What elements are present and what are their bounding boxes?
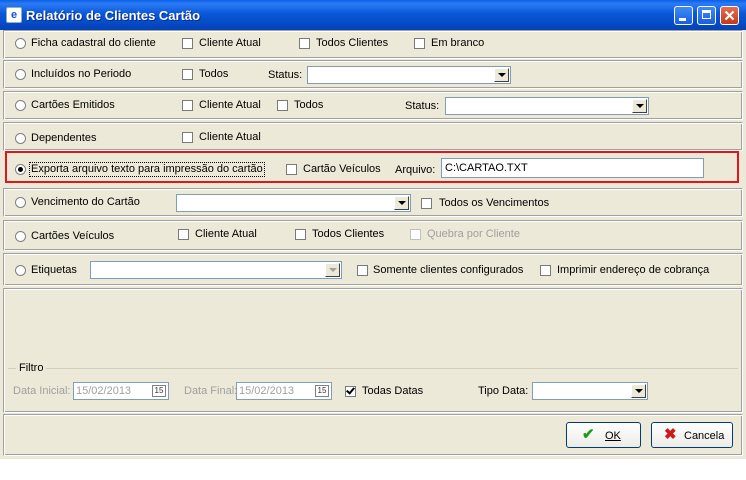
radio-incluidos[interactable]: [15, 69, 26, 80]
checkbox-quebra-por-cliente-label: Quebra por Cliente: [427, 228, 520, 240]
checkbox-emitidos-todos-label: Todos: [294, 99, 324, 111]
cancel-button[interactable]: ✖ Cancela: [651, 422, 733, 448]
arquivo-input[interactable]: C:\CARTAO.TXT: [441, 158, 704, 178]
radio-dependentes[interactable]: [15, 133, 26, 144]
checkbox-emitidos-todos[interactable]: [277, 100, 288, 111]
emitidos-status-combo[interactable]: [445, 97, 649, 115]
checkbox-ficha-todos-clientes[interactable]: [299, 38, 310, 49]
window-title: Relatório de Clientes Cartão: [26, 8, 201, 23]
chevron-down-icon[interactable]: [325, 263, 340, 277]
checkbox-emitidos-cliente-atual-label: Cliente Atual: [199, 99, 261, 111]
checkbox-cartao-veiculos[interactable]: [286, 164, 297, 175]
radio-etiquetas[interactable]: [15, 265, 26, 276]
checkbox-quebra-por-cliente: [410, 229, 421, 240]
chevron-down-icon[interactable]: [394, 196, 409, 210]
incluidos-status-combo[interactable]: [307, 66, 511, 84]
radio-emitidos[interactable]: [15, 100, 26, 111]
checkbox-dependentes-cliente-atual[interactable]: [182, 132, 193, 143]
checkbox-dependentes-cliente-atual-label: Cliente Atual: [199, 131, 261, 143]
data-final-label: Data Final:: [184, 385, 238, 397]
minimize-button[interactable]: [674, 6, 693, 25]
cancel-x-icon: ✖: [664, 426, 677, 443]
radio-dependentes-label: Dependentes: [31, 132, 97, 144]
checkbox-veiculos-cliente-atual[interactable]: [178, 229, 189, 240]
checkbox-imprimir-endereco[interactable]: [540, 265, 551, 276]
checkbox-todos-vencimentos[interactable]: [421, 198, 432, 209]
checkbox-ficha-em-branco-label: Em branco: [431, 37, 485, 49]
checkbox-cartao-veiculos-label: Cartão Veículos: [303, 163, 381, 175]
radio-ficha[interactable]: [15, 38, 26, 49]
ok-button-label: OK: [605, 430, 621, 442]
title-bar[interactable]: e Relatório de Clientes Cartão: [0, 0, 746, 30]
checkbox-todas-datas-label: Todas Datas: [362, 385, 424, 397]
calendar-icon[interactable]: 15: [152, 385, 166, 397]
data-final-value: 15/02/2013: [239, 385, 295, 397]
radio-incluidos-label: Incluídos no Periodo: [31, 68, 132, 80]
checkbox-todas-datas[interactable]: [345, 386, 356, 397]
radio-emitidos-label: Cartões Emitidos: [31, 99, 115, 111]
close-icon: [724, 10, 735, 21]
data-inicial-value: 15/02/2013: [76, 385, 132, 397]
data-inicial-field[interactable]: 15/02/2013 15: [73, 382, 169, 400]
radio-ficha-label: Ficha cadastral do cliente: [31, 37, 156, 49]
filtro-legend: Filtro: [16, 362, 47, 375]
radio-vencimento-label: Vencimento do Cartão: [31, 196, 140, 208]
checkbox-veiculos-todos-clientes-label: Todos Clientes: [312, 228, 385, 240]
checkbox-incluidos-todos-label: Todos: [199, 68, 229, 80]
ok-button[interactable]: ✔ OK: [566, 422, 641, 448]
tipo-data-label: Tipo Data:: [478, 385, 529, 397]
radio-veiculos-label: Cartões Veículos: [31, 230, 115, 242]
checkbox-ficha-cliente-atual-label: Cliente Atual: [199, 37, 261, 49]
radio-exporta[interactable]: [15, 164, 26, 175]
data-inicial-label: Data Inicial:: [13, 385, 71, 397]
radio-exporta-label: Exporta arquivo texto para impressão do …: [29, 162, 265, 177]
minimize-icon: [679, 18, 686, 21]
checkbox-somente-configurados-label: Somente clientes configurados: [373, 264, 524, 276]
checkbox-ficha-em-branco[interactable]: [414, 38, 425, 49]
checkbox-incluidos-todos[interactable]: [182, 69, 193, 80]
checkbox-ficha-todos-clientes-label: Todos Clientes: [316, 37, 389, 49]
checkbox-ficha-cliente-atual[interactable]: [182, 38, 193, 49]
app-icon: e: [6, 7, 22, 23]
chevron-down-icon[interactable]: [494, 68, 509, 82]
maximize-button[interactable]: [697, 6, 716, 25]
incluidos-status-label: Status:: [268, 69, 303, 81]
data-final-field[interactable]: 15/02/2013 15: [236, 382, 332, 400]
maximize-icon: [702, 10, 711, 19]
tipo-data-combo[interactable]: [532, 382, 648, 400]
chevron-down-icon[interactable]: [631, 384, 646, 398]
arquivo-label: Arquivo:: [395, 164, 436, 176]
report-window: e Relatório de Clientes Cartão Ficha cad…: [0, 0, 746, 459]
checkbox-emitidos-cliente-atual[interactable]: [182, 100, 193, 111]
checkbox-somente-configurados[interactable]: [357, 265, 368, 276]
checkmark-icon: ✔: [582, 426, 595, 443]
checkbox-imprimir-endereco-label: Imprimir endereço de cobrança: [557, 264, 710, 276]
checkbox-veiculos-cliente-atual-label: Cliente Atual: [195, 228, 257, 240]
checkbox-veiculos-todos-clientes[interactable]: [295, 229, 306, 240]
close-button[interactable]: [720, 6, 739, 25]
checkbox-todos-vencimentos-label: Todos os Vencimentos: [439, 197, 550, 209]
radio-etiquetas-label: Etiquetas: [31, 264, 77, 276]
radio-vencimento[interactable]: [15, 197, 26, 208]
emitidos-status-label: Status:: [405, 100, 440, 112]
row-dependentes-panel: [3, 122, 743, 151]
chevron-down-icon[interactable]: [632, 99, 647, 113]
vencimento-combo[interactable]: [176, 194, 411, 212]
etiquetas-combo[interactable]: [90, 261, 342, 279]
calendar-icon[interactable]: 15: [315, 385, 329, 397]
radio-veiculos[interactable]: [15, 231, 26, 242]
cancel-button-label: Cancela: [684, 430, 725, 442]
